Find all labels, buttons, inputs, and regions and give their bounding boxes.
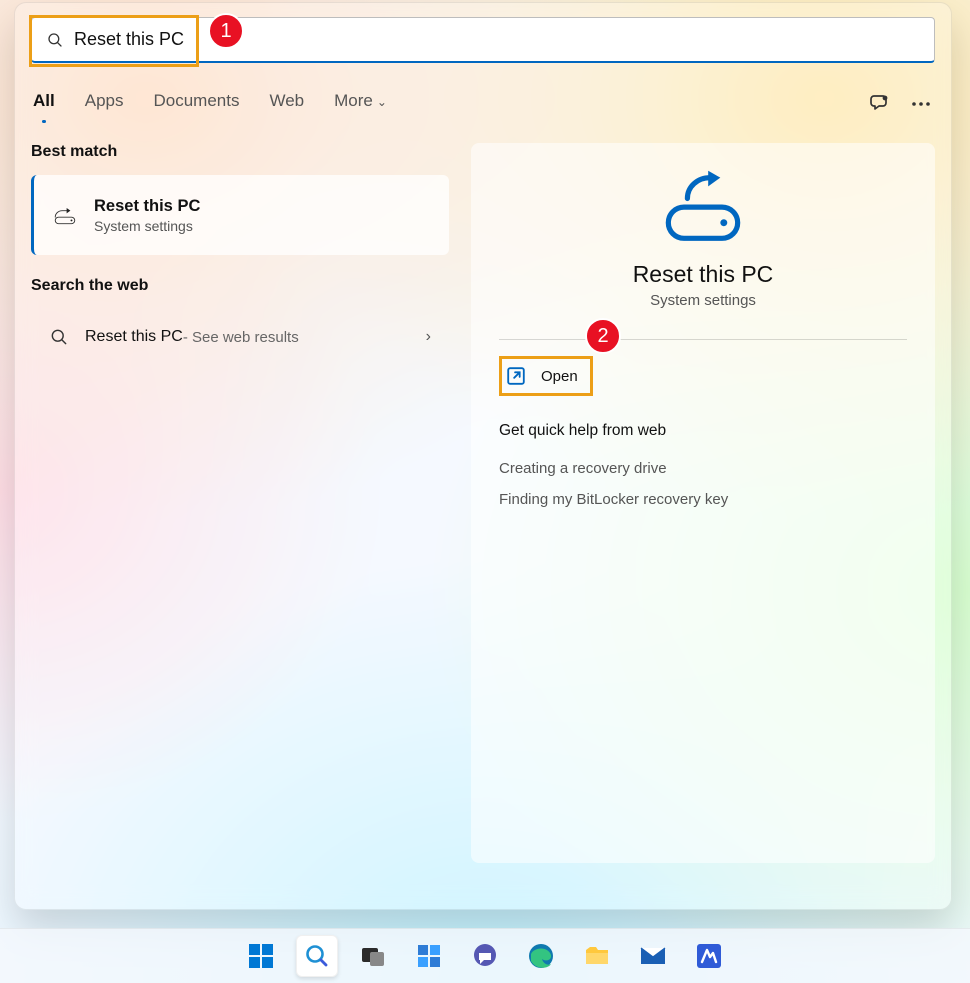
best-match-subtitle: System settings <box>94 218 200 234</box>
results-column: Best match Reset this PC System settings… <box>31 143 449 863</box>
search-box[interactable] <box>31 17 935 63</box>
help-link[interactable]: Creating a recovery drive <box>499 460 907 477</box>
tab-more[interactable]: More⌄ <box>334 91 387 117</box>
taskbar-start[interactable] <box>240 935 282 977</box>
more-options-icon[interactable] <box>909 92 933 116</box>
taskbar-app[interactable] <box>688 935 730 977</box>
preview-title: Reset this PC <box>499 261 907 288</box>
search-input[interactable] <box>74 29 920 50</box>
chat-icon[interactable] <box>867 92 891 116</box>
annotation-badge-2: 2 <box>585 318 621 354</box>
desktop: 1 All Apps Documents Web More⌄ Best matc… <box>0 0 970 983</box>
taskbar-widgets[interactable] <box>408 935 450 977</box>
preview-subtitle: System settings <box>499 292 907 309</box>
best-match-heading: Best match <box>31 143 449 161</box>
tab-web[interactable]: Web <box>269 91 304 117</box>
taskbar-task-view[interactable] <box>352 935 394 977</box>
filter-tabs: All Apps Documents Web More⌄ <box>31 91 935 117</box>
web-result[interactable]: Reset this PC - See web results › <box>31 309 449 365</box>
taskbar-file-explorer[interactable] <box>576 935 618 977</box>
taskbar <box>0 928 970 983</box>
open-action[interactable]: Open <box>499 358 590 394</box>
search-icon <box>46 31 64 49</box>
tab-documents[interactable]: Documents <box>153 91 239 117</box>
preview-icon <box>499 169 907 247</box>
tab-all[interactable]: All <box>33 91 55 117</box>
help-link[interactable]: Finding my BitLocker recovery key <box>499 491 907 508</box>
recovery-icon <box>52 202 78 228</box>
help-heading: Get quick help from web <box>499 422 907 440</box>
tab-apps[interactable]: Apps <box>85 91 124 117</box>
best-match-title: Reset this PC <box>94 197 200 216</box>
chevron-down-icon: ⌄ <box>377 95 387 109</box>
search-web-heading: Search the web <box>31 277 449 295</box>
chevron-right-icon: › <box>426 328 431 346</box>
web-result-title: Reset this PC <box>85 328 183 346</box>
taskbar-chat[interactable] <box>464 935 506 977</box>
preview-pane: Reset this PC System settings 2 Open Get <box>471 143 935 863</box>
best-match-result[interactable]: Reset this PC System settings <box>31 175 449 255</box>
taskbar-mail[interactable] <box>632 935 674 977</box>
taskbar-edge[interactable] <box>520 935 562 977</box>
annotation-badge-1: 1 <box>208 13 244 49</box>
search-icon <box>49 327 69 347</box>
web-result-suffix: - See web results <box>183 329 299 346</box>
open-external-icon <box>505 365 527 387</box>
start-search-panel: 1 All Apps Documents Web More⌄ Best matc… <box>14 2 952 910</box>
taskbar-search[interactable] <box>296 935 338 977</box>
open-label: Open <box>541 368 578 385</box>
